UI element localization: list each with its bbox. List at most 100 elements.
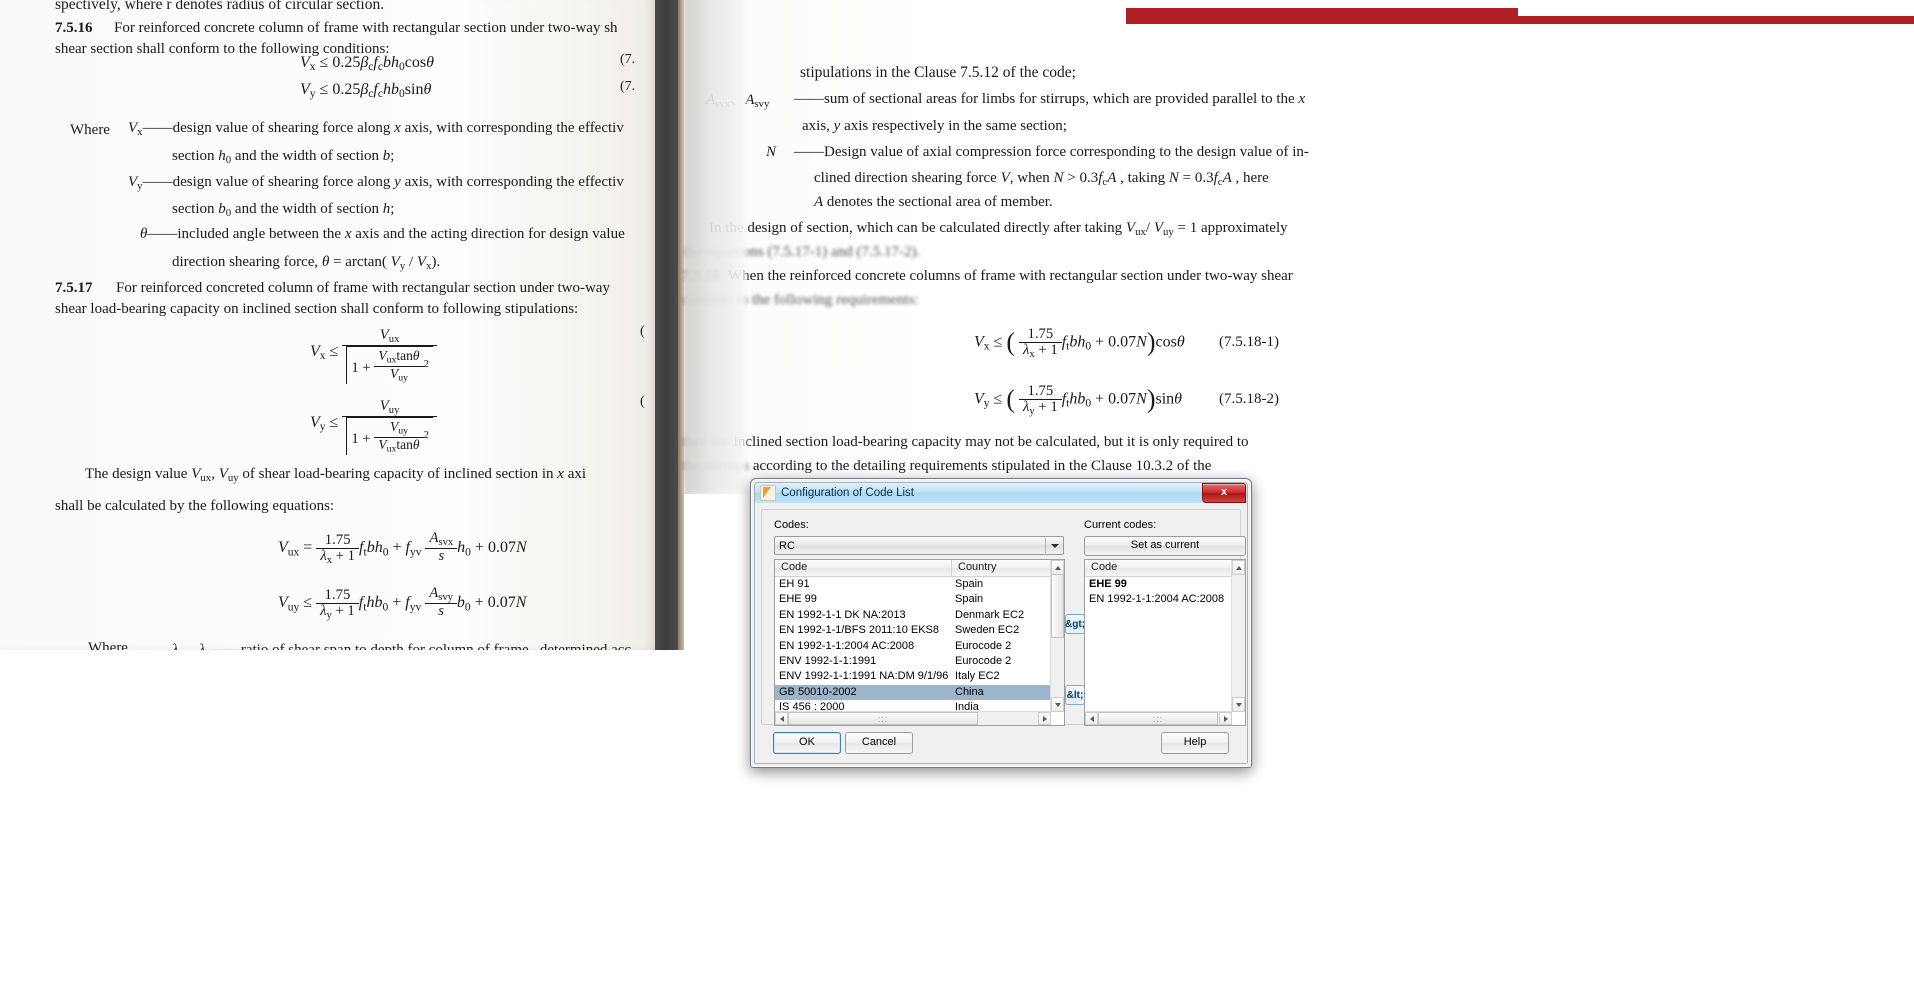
current-codes-label: Current codes: <box>1084 519 1157 531</box>
configuration-of-code-list-dialog[interactable]: Configuration of Code List x Codes: Curr… <box>750 478 1252 768</box>
n-definition-line3: A denotes the sectional area of member. <box>814 194 1053 210</box>
table-row[interactable]: EN 1992-1-1 DK NA:2013 Denmark EC2 <box>775 608 1064 623</box>
definition-vy: Vy——design value of shearing force along… <box>128 174 624 193</box>
current-codes-rows: EHE 99 EN 1992-1-1:2004 AC:2008 <box>1085 577 1245 608</box>
scroll-up-icon-right[interactable] <box>1232 560 1245 575</box>
vertical-scroll-thumb[interactable] <box>1051 574 1064 638</box>
set-as-current-button[interactable]: Set as current <box>1084 536 1246 556</box>
clause-7518-text-line1: When the reinforced concrete columns of … <box>728 268 1293 284</box>
dialog-content-panel: Codes: Current codes: RC Set as current … <box>761 509 1246 726</box>
clause-7517-text-line1: For reinforced concreted column of frame… <box>116 280 610 296</box>
scroll-down-icon-right[interactable] <box>1232 697 1245 712</box>
asvx-definition: ——sum of sectional areas for limbs for s… <box>794 91 1306 107</box>
list-item[interactable]: EN 1992-1-1:2004 AC:2008 <box>1085 592 1245 607</box>
list-item[interactable]: EHE 99 <box>1085 577 1245 592</box>
table-row[interactable]: ENV 1992-1-1:1991 NA:DM 9/1/96 Italy EC2 <box>775 669 1064 684</box>
table-row[interactable]: GB 50010-2002 China <box>775 684 1064 701</box>
cell-country: Denmark EC2 <box>955 608 1025 621</box>
n-label: N <box>766 144 777 160</box>
column-header-country: Country <box>951 560 1050 576</box>
current-codes-vertical-scrollbar[interactable] <box>1231 560 1245 712</box>
cancel-button[interactable]: Cancel <box>845 732 913 754</box>
equation-7517-1: Vx ≤ Vux 1 + Vuxtanθ Vuy 2 <box>310 327 437 384</box>
cell-code: EN 1992-1-1 DK NA:2013 <box>779 608 906 621</box>
equation-7517-2: Vy ≤ Vuy 1 + Vuy Vuxtanθ 2 <box>310 398 437 455</box>
cell-country: Sweden EC2 <box>955 624 1020 637</box>
scroll-left-icon[interactable] <box>775 712 788 725</box>
cell-country: Spain <box>955 578 984 590</box>
dialog-titlebar[interactable]: Configuration of Code List x <box>755 482 1247 504</box>
clause-7516-text-line1: For reinforced concrete column of frame … <box>114 20 618 36</box>
scroll-left-icon-right[interactable] <box>1085 712 1098 725</box>
horizontal-scroll-track[interactable]: ::: <box>788 712 1038 725</box>
cell-code: EN 1992-1-1/BFS 2011:10 EKS8 <box>779 624 940 637</box>
clause-7517-text-line2: shear load-bearing capacity on inclined … <box>55 301 579 317</box>
n-definition: ——Design value of axial compression forc… <box>794 144 1309 160</box>
equation-7517-1-number: ( <box>640 324 645 339</box>
equation-vuy: Vuy ≤ 1.75 λy + 1 fthb0 + fyv Asvy s b0 + 0.… <box>278 585 527 622</box>
cell-country: Eurocode 2 <box>955 654 1012 667</box>
app-icon <box>760 485 776 501</box>
column-header-code: Code <box>781 561 808 573</box>
codes-dropdown[interactable]: RC <box>774 536 1064 555</box>
where-label-left: Where <box>70 122 110 138</box>
current-codes-horizontal-scrollbar[interactable]: ::: <box>1085 711 1232 725</box>
equation-7518-1-number: (7.5.18-1) <box>1219 334 1279 350</box>
ok-button[interactable]: OK <box>773 732 841 754</box>
red-banner <box>1126 8 1518 24</box>
current-codes-list[interactable]: Code EHE 99 EN 1992-1-1:2004 AC:2008 ::: <box>1084 559 1246 726</box>
cell-code: EH 91 <box>779 578 810 590</box>
scroll-right-icon-right[interactable] <box>1219 712 1232 725</box>
available-codes-horizontal-scrollbar[interactable]: ::: <box>775 711 1051 725</box>
page-left-whitespace <box>0 650 688 996</box>
codes-label: Codes: <box>774 519 809 531</box>
table-row[interactable]: EN 1992-1-1/BFS 2011:10 EKS8 Sweden EC2 <box>775 623 1064 638</box>
scroll-down-icon[interactable] <box>1051 697 1064 712</box>
table-row[interactable]: EN 1992-1-1:2004 AC:2008 Eurocode 2 <box>775 639 1064 654</box>
scroll-up-icon[interactable] <box>1051 560 1064 575</box>
add-code-button[interactable]: &gt; <box>1065 614 1085 634</box>
available-codes-list-header: Code Country <box>775 560 1064 577</box>
definition-vx: Vx——design value of shearing force along… <box>128 120 624 139</box>
equation-7518-2-number: (7.5.18-2) <box>1219 391 1279 407</box>
dialog-button-bar: OK Cancel Help <box>761 730 1241 758</box>
cell-code: EN 1992-1-1:2004 AC:2008 <box>1089 593 1225 606</box>
horizontal-scroll-thumb[interactable]: ::: <box>788 712 978 725</box>
definition-theta-line2: direction shearing force, θ = arctan( Vy… <box>172 254 441 273</box>
table-row[interactable]: EHE 99 Spain <box>775 592 1064 607</box>
close-icon[interactable]: x <box>1202 482 1246 503</box>
design-paragraph: In the design of section, which can be c… <box>709 220 1288 239</box>
equation-7516-1: Vx ≤ 0.25βcfcbh0cosθ <box>300 54 434 74</box>
available-codes-list[interactable]: Code Country EH 91 Spain EHE 99 Spain EN 199… <box>774 559 1065 726</box>
equation-7516-2: Vy ≤ 0.25βcfchb0sinθ <box>300 81 432 101</box>
dialog-frame: Configuration of Code List x Codes: Curr… <box>754 482 1248 764</box>
cell-code: ENV 1992-1-1:1991 <box>779 654 877 667</box>
left-line-top: spectively, where r denotes radius of ci… <box>55 0 385 13</box>
definition-vx-line2: section h0 and the width of section b; <box>172 148 395 167</box>
page-right-blur-edge <box>684 0 746 494</box>
scroll-right-icon[interactable] <box>1038 712 1051 725</box>
codes-dropdown-value: RC <box>779 539 795 552</box>
equation-7517-2-number: ( <box>640 394 645 409</box>
book-page-left: spectively, where r denotes radius of ci… <box>0 0 663 660</box>
clause-7517-number: 7.5.17 <box>55 280 93 296</box>
dialog-body: Codes: Current codes: RC Set as current … <box>755 503 1247 763</box>
definition-vy-line2: section b0 and the width of section h; <box>172 201 395 220</box>
table-row[interactable]: ENV 1992-1-1:1991 Eurocode 2 <box>775 654 1064 669</box>
cell-code: GB 50010-2002 <box>779 685 857 698</box>
available-codes-vertical-scrollbar[interactable] <box>1050 560 1064 712</box>
horizontal-scroll-track-right[interactable]: ::: <box>1098 712 1219 725</box>
design-value-text2: shall be calculated by the following equ… <box>55 498 335 514</box>
horizontal-scroll-thumb-right[interactable]: ::: <box>1098 712 1218 725</box>
cell-country: Italy EC2 <box>955 670 1000 683</box>
definition-theta: θ——included angle between the x axis and… <box>140 226 625 242</box>
equation-7516-2-number: (7. <box>620 79 636 94</box>
remove-code-button[interactable]: &lt; <box>1065 685 1085 705</box>
cell-country: China <box>955 685 984 698</box>
tail-line1: then the inclined section load-bearing c… <box>682 434 1249 450</box>
table-row[interactable]: EH 91 Spain <box>775 577 1064 592</box>
chevron-down-icon[interactable] <box>1045 538 1063 553</box>
right-line1: stipulations in the Clause 7.5.12 of the… <box>800 64 1076 81</box>
equation-7516-1-number: (7. <box>620 52 636 67</box>
help-button[interactable]: Help <box>1161 732 1229 754</box>
